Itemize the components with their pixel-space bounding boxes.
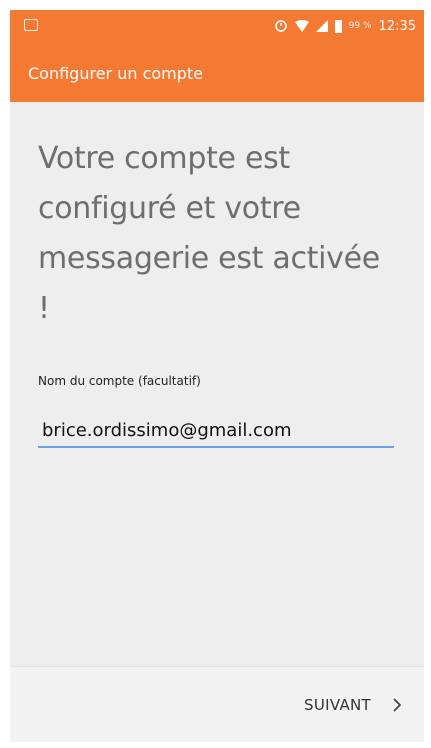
battery-percent: 99 %	[348, 21, 372, 31]
chevron-right-icon	[393, 698, 402, 712]
notification-icon	[24, 19, 38, 31]
app-toolbar: Configurer un compte	[10, 42, 424, 102]
phone-screen: 99 % 12:35 Configurer un compte Votre co…	[10, 10, 424, 742]
battery-icon	[334, 19, 342, 33]
wifi-icon	[294, 20, 309, 32]
bottom-navigation-bar: SUIVANT	[10, 666, 424, 742]
status-icons: 99 % 12:35	[274, 17, 416, 35]
status-bar: 99 % 12:35	[10, 10, 424, 42]
confirmation-headline: Votre compte est configuré et votre mess…	[38, 141, 380, 326]
clock: 12:35	[378, 18, 416, 34]
next-button[interactable]: SUIVANT	[298, 685, 408, 725]
account-name-input[interactable]	[38, 414, 394, 448]
signal-icon	[315, 20, 328, 32]
toolbar-title: Configurer un compte	[28, 64, 204, 83]
alarm-icon	[274, 19, 288, 33]
next-button-label: SUIVANT	[304, 696, 371, 714]
account-name-label: Nom du compte (facultatif)	[38, 374, 201, 388]
